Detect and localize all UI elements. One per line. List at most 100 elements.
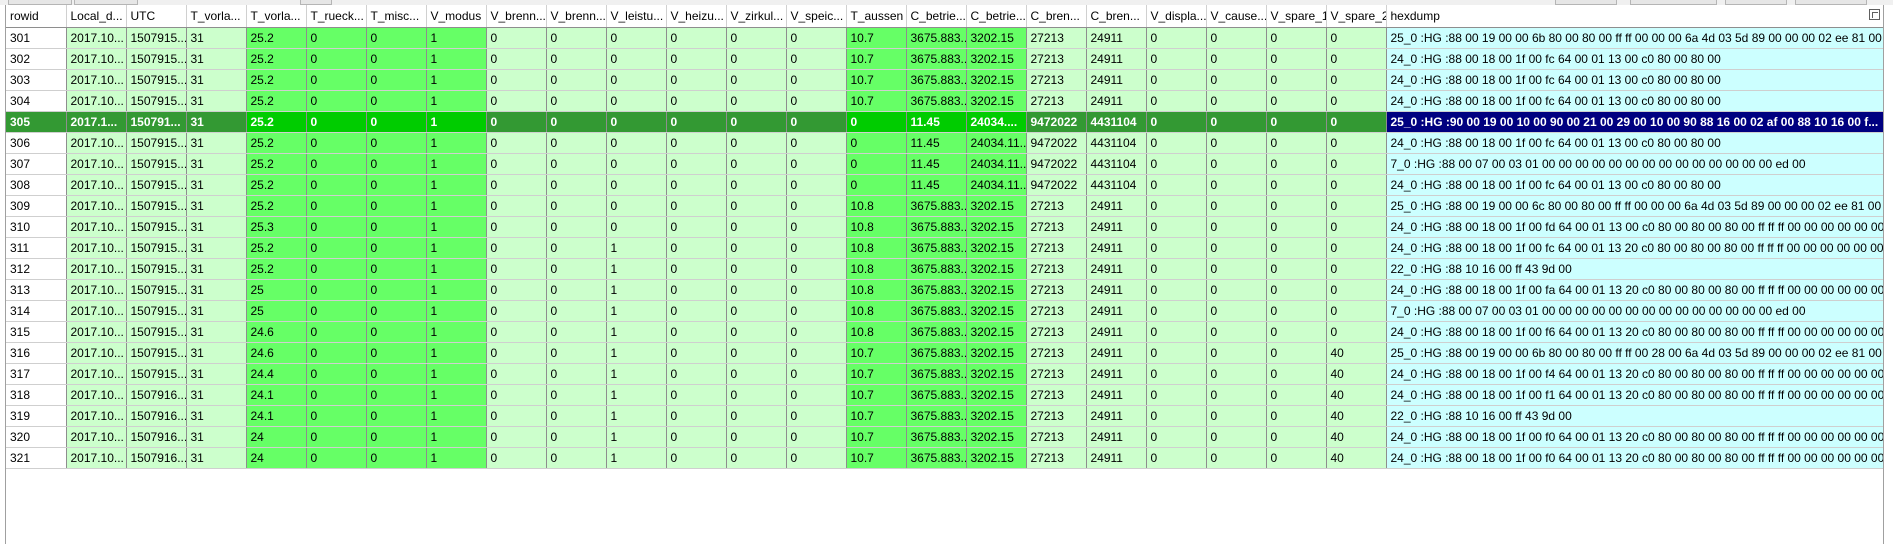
table-cell[interactable]: 31 bbox=[186, 363, 247, 385]
table-cell[interactable]: 25.3 bbox=[246, 216, 307, 238]
table-cell[interactable]: 0 bbox=[666, 447, 727, 469]
table-cell[interactable]: 0 bbox=[306, 258, 367, 280]
table-cell[interactable]: 0 bbox=[306, 426, 367, 448]
table-cell[interactable]: 2017.10... bbox=[66, 48, 127, 70]
table-cell[interactable]: 9472022 bbox=[1026, 174, 1087, 196]
hexdump-cell[interactable]: 24_0 :HG :88 00 18 00 1f 00 fd 64 00 01 … bbox=[1386, 216, 1883, 238]
table-cell[interactable]: 0 bbox=[786, 195, 847, 217]
table-cell[interactable]: 31 bbox=[186, 111, 247, 133]
table-cell[interactable]: 10.8 bbox=[846, 279, 907, 301]
table-cell[interactable]: 31 bbox=[186, 27, 247, 49]
table-cell[interactable]: 0 bbox=[1266, 90, 1327, 112]
table-cell[interactable]: 24911 bbox=[1086, 48, 1147, 70]
table-cell[interactable]: 0 bbox=[486, 447, 547, 469]
table-cell[interactable]: 24911 bbox=[1086, 90, 1147, 112]
table-cell[interactable]: 25 bbox=[246, 279, 307, 301]
table-cell[interactable]: 31 bbox=[186, 342, 247, 364]
table-cell[interactable]: 0 bbox=[546, 342, 607, 364]
table-cell[interactable]: 10.8 bbox=[846, 195, 907, 217]
table-row[interactable]: 303 2017.10... 1507915... 31 25.2 0 0 1 0 0 0 0 0 0 10… bbox=[6, 69, 1883, 91]
table-cell[interactable]: 24034.11... bbox=[966, 153, 1027, 175]
table-cell[interactable]: 31 bbox=[186, 216, 247, 238]
table-cell[interactable]: 1507915... bbox=[126, 321, 187, 343]
table-cell[interactable]: 0 bbox=[486, 426, 547, 448]
table-cell[interactable]: 0 bbox=[786, 363, 847, 385]
table-cell[interactable]: 0 bbox=[546, 216, 607, 238]
table-cell[interactable]: 0 bbox=[1266, 111, 1327, 133]
table-cell[interactable]: 0 bbox=[786, 426, 847, 448]
table-cell[interactable]: 0 bbox=[606, 132, 667, 154]
data-grid[interactable]: rowid Local_d... UTC T_vorla... T_vorla... T_… bbox=[5, 5, 1884, 544]
table-cell[interactable]: 24911 bbox=[1086, 237, 1147, 259]
table-cell[interactable]: 0 bbox=[846, 153, 907, 175]
table-cell[interactable]: 0 bbox=[486, 258, 547, 280]
table-cell[interactable]: 0 bbox=[366, 111, 427, 133]
table-cell[interactable]: 0 bbox=[366, 300, 427, 322]
table-cell[interactable]: 27213 bbox=[1026, 69, 1087, 91]
table-cell[interactable]: 2017.10... bbox=[66, 174, 127, 196]
rowid-cell[interactable]: 304 bbox=[6, 90, 67, 112]
table-cell[interactable]: 1 bbox=[426, 48, 487, 70]
table-cell[interactable]: 24 bbox=[246, 426, 307, 448]
table-cell[interactable]: 0 bbox=[306, 384, 367, 406]
table-cell[interactable]: 40 bbox=[1326, 342, 1387, 364]
table-cell[interactable]: 0 bbox=[1206, 132, 1267, 154]
rowid-cell[interactable]: 315 bbox=[6, 321, 67, 343]
table-row[interactable]: 314 2017.10... 1507915... 31 25 0 0 1 0 0 1 0 0 0 10.8… bbox=[6, 300, 1883, 322]
table-cell[interactable]: 24911 bbox=[1086, 321, 1147, 343]
table-cell[interactable]: 40 bbox=[1326, 384, 1387, 406]
table-cell[interactable]: 0 bbox=[666, 384, 727, 406]
table-cell[interactable]: 0 bbox=[1266, 216, 1327, 238]
table-cell[interactable]: 2017.10... bbox=[66, 69, 127, 91]
table-cell[interactable]: 0 bbox=[606, 111, 667, 133]
table-cell[interactable]: 0 bbox=[1206, 405, 1267, 427]
table-cell[interactable]: 0 bbox=[366, 153, 427, 175]
table-cell[interactable]: 0 bbox=[1326, 216, 1387, 238]
table-row[interactable]: 311 2017.10... 1507915... 31 25.2 0 0 1 0 0 1 0 0 0 10… bbox=[6, 237, 1883, 259]
table-cell[interactable]: 1 bbox=[606, 384, 667, 406]
rowid-cell[interactable]: 301 bbox=[6, 27, 67, 49]
table-cell[interactable]: 0 bbox=[666, 405, 727, 427]
column-header[interactable]: V_spare_2 bbox=[1326, 5, 1387, 28]
table-cell[interactable]: 2017.1... bbox=[66, 111, 127, 133]
table-cell[interactable]: 0 bbox=[846, 174, 907, 196]
table-cell[interactable]: 2017.10... bbox=[66, 426, 127, 448]
table-cell[interactable]: 0 bbox=[726, 258, 787, 280]
table-cell[interactable]: 0 bbox=[1146, 132, 1207, 154]
table-cell[interactable]: 27213 bbox=[1026, 342, 1087, 364]
table-cell[interactable]: 0 bbox=[306, 69, 367, 91]
table-cell[interactable]: 0 bbox=[606, 195, 667, 217]
column-header[interactable]: V_brenn... bbox=[486, 5, 547, 28]
table-cell[interactable]: 2017.10... bbox=[66, 447, 127, 469]
hexdump-cell[interactable]: 24_0 :HG :88 00 18 00 1f 00 fc 64 00 01 … bbox=[1386, 69, 1883, 91]
table-cell[interactable]: 0 bbox=[546, 48, 607, 70]
table-cell[interactable]: 0 bbox=[726, 300, 787, 322]
table-cell[interactable]: 0 bbox=[1146, 174, 1207, 196]
table-cell[interactable]: 1 bbox=[606, 342, 667, 364]
table-cell[interactable]: 0 bbox=[1206, 216, 1267, 238]
table-cell[interactable]: 1507916... bbox=[126, 426, 187, 448]
rowid-cell[interactable]: 307 bbox=[6, 153, 67, 175]
rowid-cell[interactable]: 308 bbox=[6, 174, 67, 196]
table-cell[interactable]: 0 bbox=[306, 195, 367, 217]
table-cell[interactable]: 0 bbox=[1146, 363, 1207, 385]
table-cell[interactable]: 2017.10... bbox=[66, 153, 127, 175]
table-cell[interactable]: 1 bbox=[426, 132, 487, 154]
table-cell[interactable]: 0 bbox=[546, 321, 607, 343]
table-cell[interactable]: 1 bbox=[606, 426, 667, 448]
table-cell[interactable]: 3202.15 bbox=[966, 321, 1027, 343]
table-cell[interactable]: 0 bbox=[1146, 90, 1207, 112]
table-cell[interactable]: 0 bbox=[786, 111, 847, 133]
table-cell[interactable]: 24911 bbox=[1086, 69, 1147, 91]
table-cell[interactable]: 3202.15 bbox=[966, 90, 1027, 112]
table-cell[interactable]: 0 bbox=[786, 132, 847, 154]
table-cell[interactable]: 1 bbox=[426, 237, 487, 259]
table-cell[interactable]: 1507915... bbox=[126, 69, 187, 91]
table-cell[interactable]: 1 bbox=[426, 27, 487, 49]
table-cell[interactable]: 0 bbox=[786, 300, 847, 322]
table-cell[interactable]: 0 bbox=[1206, 426, 1267, 448]
table-cell[interactable]: 2017.10... bbox=[66, 342, 127, 364]
rowid-cell[interactable]: 303 bbox=[6, 69, 67, 91]
table-cell[interactable]: 0 bbox=[1146, 111, 1207, 133]
table-cell[interactable]: 0 bbox=[366, 132, 427, 154]
